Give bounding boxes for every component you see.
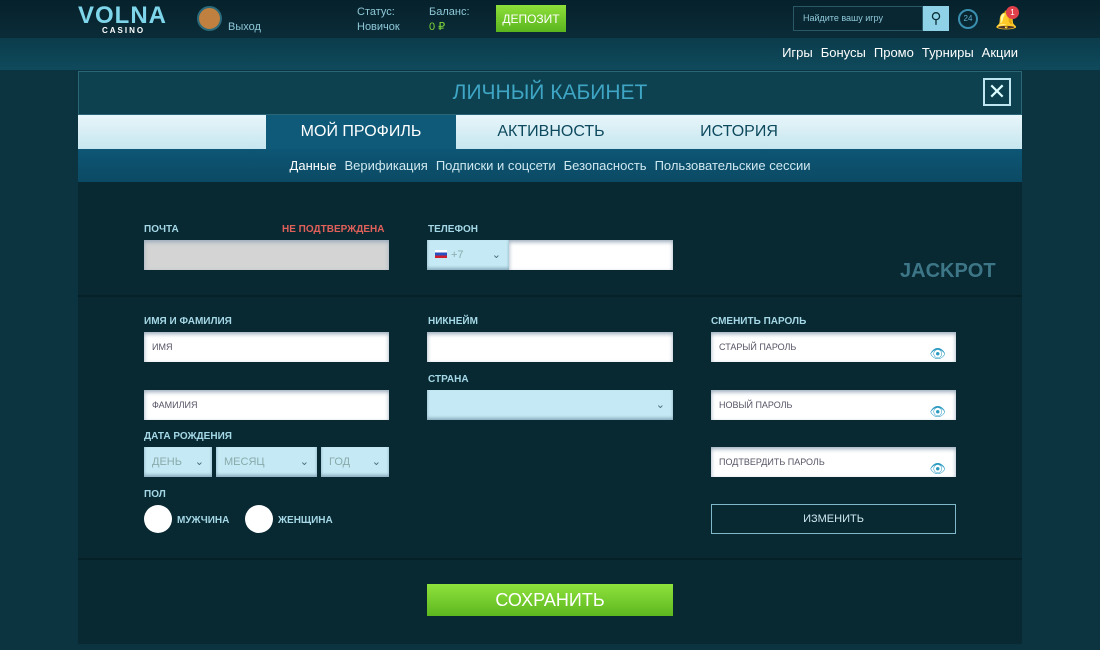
nick-label: НИКНЕЙМ: [428, 316, 478, 327]
nav-tournaments[interactable]: Турниры: [922, 45, 974, 60]
save-button[interactable]: СОХРАНИТЬ: [427, 584, 673, 616]
status-label: Статус:: [357, 6, 395, 18]
country-select[interactable]: ⌄: [427, 390, 673, 420]
phone-label: ТЕЛЕФОН: [428, 224, 478, 235]
subtabs: Данные Верификация Подписки и соцсети Безоп…: [78, 149, 1022, 182]
nickname-field[interactable]: [427, 332, 673, 362]
nav-bonuses[interactable]: Бонусы: [821, 45, 866, 60]
chevron-down-icon: ⌄: [194, 456, 204, 468]
change-password-button[interactable]: ИЗМЕНИТЬ: [711, 504, 956, 534]
logo-text: VOLNA: [78, 2, 167, 29]
password-label: СМЕНИТЬ ПАРОЛЬ: [711, 316, 807, 327]
phone-code: +7: [451, 249, 464, 261]
new-password-placeholder: НОВЫЙ ПАРОЛЬ: [719, 400, 793, 410]
country-label: СТРАНА: [428, 374, 469, 385]
gender-label: ПОЛ: [144, 489, 166, 500]
support-icon[interactable]: 24: [958, 9, 978, 29]
eye-icon[interactable]: 👁: [929, 397, 946, 427]
exit-link[interactable]: Выход: [228, 21, 261, 33]
status-value: Новичок: [357, 21, 400, 33]
balance: Баланс: 0 ₽: [429, 5, 470, 35]
day-select[interactable]: ДЕНЬ ⌄: [144, 447, 212, 477]
deposit-button[interactable]: ДЕПОЗИТ: [496, 5, 566, 32]
phone-field[interactable]: [509, 240, 673, 270]
phone-code-select[interactable]: +7 ⌄: [427, 240, 509, 270]
email-field[interactable]: [144, 240, 389, 270]
month-value: МЕСЯЦ: [224, 456, 265, 468]
male-radio[interactable]: [144, 505, 172, 533]
chevron-down-icon: ⌄: [655, 399, 665, 411]
first-name-field[interactable]: ИМЯ: [144, 332, 389, 362]
avatar[interactable]: [197, 6, 222, 31]
subtab-verification[interactable]: Верификация: [345, 158, 428, 173]
search-input[interactable]: Найдите вашу игру: [793, 6, 923, 31]
divider: [78, 295, 1022, 297]
balance-label: Баланс:: [429, 6, 470, 18]
year-select[interactable]: ГОД ⌄: [321, 447, 389, 477]
logo[interactable]: VOLNA CASINO: [78, 2, 167, 35]
confirm-password-placeholder: ПОДТВЕРДИТЬ ПАРОЛЬ: [719, 457, 825, 467]
status: Статус: Новичок: [357, 5, 400, 35]
nav-actions[interactable]: Акции: [982, 45, 1018, 60]
subtab-data[interactable]: Данные: [290, 158, 337, 173]
logo-sub: CASINO: [102, 26, 146, 35]
last-name-field[interactable]: ФАМИЛИЯ: [144, 390, 389, 420]
balance-value: 0 ₽: [429, 21, 446, 33]
month-select[interactable]: МЕСЯЦ ⌄: [216, 447, 317, 477]
chevron-down-icon: ⌄: [299, 456, 309, 468]
male-label: МУЖЧИНА: [177, 515, 230, 526]
female-label: ЖЕНЩИНА: [278, 515, 333, 526]
confirm-password-field[interactable]: ПОДТВЕРДИТЬ ПАРОЛЬ 👁: [711, 447, 956, 477]
year-value: ГОД: [329, 456, 351, 468]
nav-promo[interactable]: Промо: [874, 45, 914, 60]
email-status: НЕ ПОДТВЕРЖДЕНА: [282, 224, 385, 235]
modal-title: ЛИЧНЫЙ КАБИНЕТ: [452, 81, 648, 104]
old-password-placeholder: СТАРЫЙ ПАРОЛЬ: [719, 342, 797, 352]
notification-badge: 1: [1006, 6, 1019, 19]
new-password-field[interactable]: НОВЫЙ ПАРОЛЬ 👁: [711, 390, 956, 420]
flag-ru-icon: [435, 250, 447, 258]
old-password-field[interactable]: СТАРЫЙ ПАРОЛЬ 👁: [711, 332, 956, 362]
name-label: ИМЯ И ФАМИЛИЯ: [144, 316, 232, 327]
tab-history[interactable]: ИСТОРИЯ: [644, 115, 834, 149]
tab-profile[interactable]: МОЙ ПРОФИЛЬ: [266, 115, 456, 149]
modal-header: ЛИЧНЫЙ КАБИНЕТ ✕: [78, 71, 1022, 115]
email-label: ПОЧТА: [144, 224, 179, 235]
tab-activity[interactable]: АКТИВНОСТЬ: [456, 115, 646, 149]
chevron-down-icon: ⌄: [371, 456, 381, 468]
eye-icon[interactable]: 👁: [929, 339, 946, 369]
top-bar: VOLNA CASINO Выход Статус: Новичок Баланс:…: [0, 0, 1100, 38]
subtab-sessions[interactable]: Пользовательские сессии: [655, 158, 811, 173]
day-value: ДЕНЬ: [152, 456, 182, 468]
female-radio[interactable]: [245, 505, 273, 533]
subtab-security[interactable]: Безопасность: [564, 158, 647, 173]
subtab-subscriptions[interactable]: Подписки и соцсети: [436, 158, 556, 173]
close-icon[interactable]: ✕: [983, 78, 1011, 106]
search-icon[interactable]: ⚲: [923, 6, 949, 31]
nav-games[interactable]: Игры: [782, 45, 813, 60]
account-modal: ЛИЧНЫЙ КАБИНЕТ ✕ МОЙ ПРОФИЛЬ АКТИВНОСТЬ И…: [78, 71, 1022, 644]
eye-icon[interactable]: 👁: [929, 454, 946, 484]
divider: [78, 558, 1022, 560]
tabs: МОЙ ПРОФИЛЬ АКТИВНОСТЬ ИСТОРИЯ: [78, 115, 1022, 149]
background-jackpot: JACKPOT: [900, 260, 996, 282]
dob-label: ДАТА РОЖДЕНИЯ: [144, 431, 232, 442]
chevron-down-icon: ⌄: [491, 249, 501, 261]
main-nav: Игры Бонусы Промо Турниры Акции: [0, 38, 1100, 70]
